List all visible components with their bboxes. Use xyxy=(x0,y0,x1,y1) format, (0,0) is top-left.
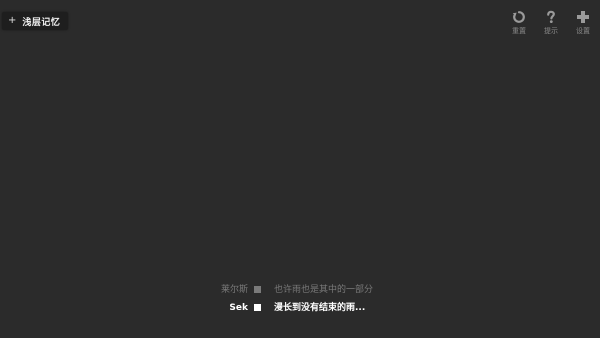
game-screen[interactable]: + 浅层记忆 重置 提示 设置 莱尔斯 也许雨也是其中的一部分 Sek 漫长到没… xyxy=(0,0,600,338)
settings-label: 设置 xyxy=(576,27,590,35)
dialogue-line-current[interactable]: Sek 漫长到没有结束的雨... xyxy=(0,301,600,315)
plus-cross-icon xyxy=(577,11,589,23)
speaker-marker xyxy=(254,304,261,311)
shallow-memory-button[interactable]: + 浅层记忆 xyxy=(2,12,69,30)
hint-label: 提示 xyxy=(544,27,558,35)
dialogue-line-past: 莱尔斯 也许雨也是其中的一部分 xyxy=(0,283,600,297)
settings-button[interactable]: 设置 xyxy=(572,10,594,36)
dialogue-text: 漫长到没有结束的雨... xyxy=(274,303,366,313)
reset-label: 重置 xyxy=(512,27,526,35)
question-mark-icon xyxy=(547,10,555,23)
speaker-name: Sek xyxy=(229,303,248,313)
reset-button[interactable]: 重置 xyxy=(508,10,530,36)
speaker-name: 莱尔斯 xyxy=(220,285,248,295)
dialogue-text: 也许雨也是其中的一部分 xyxy=(274,285,374,295)
hint-button[interactable]: 提示 xyxy=(540,10,562,36)
top-right-toolbar: 重置 提示 设置 xyxy=(508,10,594,36)
reset-icon xyxy=(512,11,525,23)
speaker-marker xyxy=(254,286,261,293)
shallow-memory-label: 浅层记忆 xyxy=(22,17,61,28)
plus-icon: + xyxy=(8,15,17,26)
